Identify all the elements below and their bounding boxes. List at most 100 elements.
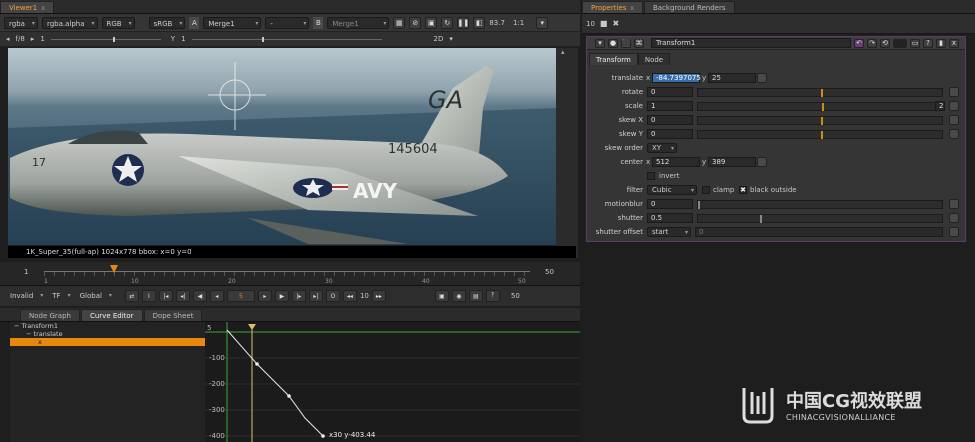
step-increment-forward-icon[interactable]: ▸▸ — [371, 290, 386, 302]
close-icon[interactable]: x — [41, 5, 45, 12]
close-icon[interactable]: x — [949, 38, 959, 48]
node-name-field[interactable]: Transform1 — [651, 38, 851, 48]
tree-item-translate[interactable]: − translate — [10, 330, 205, 338]
tab-viewer1[interactable]: Viewer1 x — [0, 1, 54, 13]
curve-editor-canvas[interactable]: 5 -100 -200 -300 -400 x30 y-403.44 — [205, 322, 580, 442]
motionblur-field[interactable]: 0 — [647, 199, 693, 209]
viewer-scroll-up-icon[interactable]: ▴ — [561, 48, 565, 56]
pixel-ratio[interactable]: 1:1 — [513, 19, 524, 27]
skew-y-slider[interactable] — [697, 129, 943, 139]
chevron-down-icon[interactable]: ▾ — [449, 35, 453, 43]
motionblur-slider[interactable] — [697, 199, 943, 209]
exposure-left-arrow-icon[interactable]: ◂ — [6, 35, 10, 43]
shutter-slider[interactable] — [697, 213, 943, 223]
invert-checkbox[interactable] — [647, 172, 655, 180]
scale-separate-button[interactable]: 2 — [935, 101, 945, 111]
skew-x-slider[interactable] — [697, 115, 943, 125]
timeline[interactable]: 1 1 10 20 30 40 50 50 — [0, 262, 580, 286]
scale-slider[interactable] — [697, 101, 943, 111]
gamma-value[interactable]: 1 — [181, 35, 185, 43]
export-icon[interactable]: ⤒ — [485, 290, 500, 302]
translate-x-field[interactable]: -84.7397075 — [652, 73, 701, 83]
global-range-dropdown[interactable]: Global — [76, 290, 114, 302]
flipbook-icon[interactable]: ▣ — [434, 290, 449, 302]
skew-y-slider-marker[interactable] — [821, 130, 823, 139]
lut-dropdown[interactable]: sRGB — [148, 16, 186, 30]
motionblur-slider-marker[interactable] — [698, 200, 700, 209]
loop-mode-icon[interactable]: O — [325, 290, 340, 302]
max-panels-field[interactable]: 10 — [586, 20, 595, 28]
gamma-slider-handle[interactable] — [261, 36, 264, 42]
skew-y-field[interactable]: 0 — [647, 129, 693, 139]
tab-properties[interactable]: Properties x — [582, 1, 643, 13]
zoom-value[interactable]: 83.7 — [489, 19, 505, 27]
scale-slider-marker[interactable] — [822, 102, 824, 111]
in-point-icon[interactable]: I — [141, 290, 156, 302]
gain-slider[interactable] — [50, 36, 161, 42]
clip-warning-icon[interactable]: ⊘ — [409, 16, 422, 29]
tree-item-transform1[interactable]: − Transform1 — [10, 322, 205, 330]
shutter-offset-dropdown[interactable]: start — [647, 227, 691, 237]
next-keyframe-icon[interactable]: |▸ — [291, 290, 306, 302]
tab-transform[interactable]: Transform — [589, 53, 638, 65]
translate-y-field[interactable]: 25 — [708, 73, 756, 83]
pause-icon[interactable]: ❚❚ — [457, 16, 470, 29]
input-a-dropdown[interactable]: Merge1 — [203, 16, 262, 30]
step-increment-field[interactable]: 10 — [360, 292, 369, 300]
view-mode-dropdown[interactable]: 2D — [434, 35, 444, 43]
maximize-icon[interactable]: ▮ — [936, 38, 946, 48]
capture-icon[interactable]: ◧ — [473, 16, 486, 29]
proxy-icon[interactable]: ▣ — [425, 16, 438, 29]
fstop-value[interactable]: f/8 — [16, 35, 25, 43]
gain-value[interactable]: 1 — [40, 35, 44, 43]
tab-node-graph[interactable]: Node Graph — [20, 309, 80, 321]
alpha-channel-dropdown[interactable]: rgba.alpha — [41, 16, 98, 30]
timeline-end[interactable]: 50 — [545, 268, 554, 276]
shutter-animation-icon[interactable] — [949, 213, 959, 223]
input-b-dropdown[interactable]: Merge1 — [327, 16, 390, 30]
filter-dropdown[interactable]: Cubic — [647, 185, 697, 195]
channels-dropdown[interactable]: rgba — [4, 16, 38, 30]
node-info-icon[interactable]: ⌘ — [634, 38, 644, 48]
playback-options-icon[interactable]: ⇄ — [124, 290, 139, 302]
redo-icon[interactable]: ↷ — [867, 38, 877, 48]
step-forward-icon[interactable]: ▸ — [257, 290, 272, 302]
cache-icon[interactable]: ▤ — [468, 290, 483, 302]
motionblur-animation-icon[interactable] — [949, 199, 959, 209]
exposure-right-arrow-icon[interactable]: ▸ — [31, 35, 35, 43]
roi-icon[interactable]: ▦ — [393, 16, 406, 29]
go-to-start-icon[interactable]: |◂ — [158, 290, 173, 302]
rotate-slider-marker[interactable] — [821, 88, 823, 97]
gain-slider-handle[interactable] — [112, 36, 115, 42]
close-icon[interactable]: x — [630, 5, 634, 12]
help-icon[interactable]: ? — [923, 38, 933, 48]
shutter-offset-animation-icon[interactable] — [949, 227, 959, 237]
gamma-slider[interactable] — [191, 36, 382, 42]
lock-icon[interactable]: ■ — [600, 19, 608, 28]
previous-keyframe-icon[interactable]: ◂| — [175, 290, 190, 302]
skew-x-slider-marker[interactable] — [821, 116, 823, 125]
scale-field[interactable]: 1 — [647, 101, 693, 111]
center-y-field[interactable]: 389 — [708, 157, 756, 167]
black-outside-checkbox[interactable]: ✖ — [739, 186, 747, 194]
current-frame-field[interactable]: 5 — [226, 290, 255, 302]
refresh-icon[interactable]: ↻ — [441, 16, 454, 29]
node-color-icon[interactable]: ● — [608, 38, 618, 48]
node-color-swatch-icon[interactable] — [893, 38, 907, 48]
float-panel-icon[interactable]: ▭ — [910, 38, 920, 48]
tab-dope-sheet[interactable]: Dope Sheet — [143, 309, 203, 321]
skew-order-dropdown[interactable]: XY — [647, 143, 677, 153]
wipe-mode-dropdown[interactable]: - — [265, 16, 310, 30]
collapse-icon[interactable]: ▾ — [595, 38, 605, 48]
translate-animation-icon[interactable] — [757, 73, 767, 83]
rotate-slider[interactable] — [697, 87, 943, 97]
clamp-checkbox[interactable] — [702, 186, 710, 194]
step-increment-back-icon[interactable]: ◂◂ — [342, 290, 357, 302]
rotate-field[interactable]: 0 — [647, 87, 693, 97]
scale-animation-icon[interactable] — [949, 101, 959, 111]
tab-background-renders[interactable]: Background Renders — [643, 1, 735, 13]
display-channel-dropdown[interactable]: RGB — [101, 16, 135, 30]
tab-node[interactable]: Node — [637, 53, 671, 65]
shutter-slider-marker[interactable] — [760, 214, 762, 223]
center-animation-icon[interactable] — [757, 157, 767, 167]
